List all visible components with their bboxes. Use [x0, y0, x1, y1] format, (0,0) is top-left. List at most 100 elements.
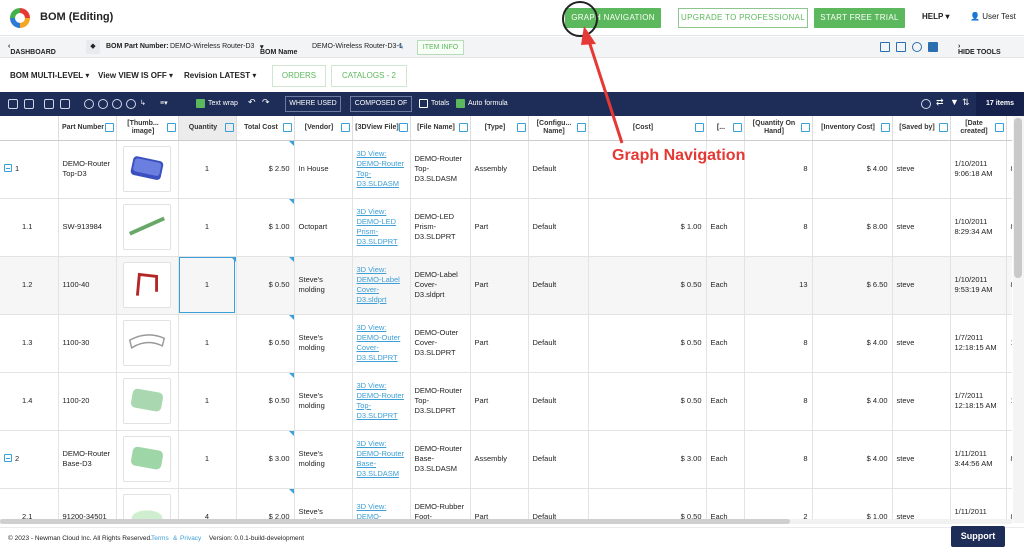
col-header[interactable]: [Inventory Cost]	[812, 116, 893, 141]
cell-total[interactable]: $ 0.50	[236, 314, 295, 373]
cell-vendor[interactable]: Octopart	[294, 198, 353, 257]
table-row[interactable]: 1.1 SW-913984 1 $ 1.00 Octopart 3D View: DEMO…	[0, 198, 1012, 257]
filter-icon[interactable]	[694, 123, 704, 132]
col-header[interactable]: [Date created]	[950, 116, 1007, 141]
move-up-icon[interactable]	[84, 99, 94, 109]
cell-vendor[interactable]: Steve's molding	[294, 372, 353, 431]
cell-inv[interactable]: $ 4.00	[812, 372, 893, 431]
thumbnail-cell[interactable]	[116, 314, 179, 373]
cell-vendor[interactable]: Steve's molding	[294, 314, 353, 373]
cell-inv[interactable]: $ 8.00	[812, 198, 893, 257]
user-menu[interactable]: 👤 User Test	[970, 12, 1016, 21]
thumbnail-cell[interactable]	[116, 198, 179, 257]
cell-view[interactable]: 3D View: DEMO-Label Cover-D3.sldprt	[352, 256, 411, 315]
indent-icon[interactable]	[8, 99, 18, 109]
redo-icon[interactable]: ↷	[262, 97, 270, 108]
cell-config[interactable]: Default	[528, 198, 589, 257]
cell-type[interactable]: Part	[470, 256, 529, 315]
cell-extra[interactable]: 8/	[1006, 140, 1012, 199]
filter-icon[interactable]	[880, 123, 890, 132]
orders-button[interactable]: ORDERS	[272, 65, 326, 87]
export-icon[interactable]	[896, 42, 906, 52]
cell-part[interactable]: 1100-30	[58, 314, 117, 373]
collapse-icon[interactable]	[4, 164, 12, 172]
cell-qty[interactable]: 1	[178, 372, 237, 431]
cell-extra[interactable]: 1/	[1006, 372, 1012, 431]
thumbnail-cell[interactable]	[116, 140, 179, 199]
view-select[interactable]: View VIEW IS OFF ▾	[98, 71, 173, 80]
totals-checkbox[interactable]	[419, 99, 428, 108]
cell-part[interactable]: DEMO-Router Top-D3	[58, 140, 117, 199]
cell-config[interactable]: Default	[528, 140, 589, 199]
save-icon[interactable]	[928, 42, 938, 52]
filter-icon[interactable]	[458, 123, 468, 132]
cell-value[interactable]: 3D View: DEMO-Router Top-D3.SLDPRT	[357, 381, 405, 420]
upgrade-button[interactable]: UPGRADE TO PROFESSIONAL	[678, 8, 808, 28]
cell-file[interactable]: DEMO-LED Prism-D3.SLDPRT	[410, 198, 471, 257]
where-used-button[interactable]: WHERE USED	[285, 96, 341, 112]
thumbnail-cell[interactable]	[116, 488, 179, 523]
cell-file[interactable]: DEMO-Outer Cover-D3.SLDPRT	[410, 314, 471, 373]
cell-onhand[interactable]: 8	[744, 314, 813, 373]
cell-saved[interactable]: steve	[892, 430, 951, 489]
cell-date[interactable]: 1/11/2011 3:44:56 AM	[950, 430, 1007, 489]
cell-qty[interactable]: 1	[178, 256, 237, 315]
cell-vendor[interactable]: Steve's molding	[294, 256, 353, 315]
cell-date[interactable]: 1/10/2011 8:29:34 AM	[950, 198, 1007, 257]
filter-icon[interactable]	[104, 123, 114, 132]
col-header[interactable]: [Thumb... image]	[116, 116, 179, 141]
cell-inv[interactable]: $ 1.00	[812, 488, 893, 523]
filter-icon[interactable]	[516, 123, 526, 132]
cell-saved[interactable]: steve	[892, 256, 951, 315]
item-info-button[interactable]: ITEM INFO	[417, 40, 464, 55]
auto-formula-checkbox[interactable]	[456, 99, 465, 108]
cell-value[interactable]: 3D View: DEMO-Router Top-D3.SLDASM	[357, 149, 405, 188]
privacy-link[interactable]: Privacy	[180, 535, 201, 542]
filter-icon[interactable]	[224, 123, 234, 132]
cell-level[interactable]: 1.1	[0, 198, 59, 257]
cell-value[interactable]: 3D View: DEMO-Outer Cover-D3.SLDPRT	[357, 323, 401, 362]
col-header[interactable]: Part Number	[58, 116, 117, 141]
cell-unit[interactable]: Each	[706, 314, 745, 373]
hierarchy-icon[interactable]	[24, 99, 34, 109]
cell-saved[interactable]: steve	[892, 198, 951, 257]
cell-vendor[interactable]: Steve's molding	[294, 488, 353, 523]
cell-view[interactable]: 3D View: DEMO-Rubber Foot-	[352, 488, 411, 523]
terms-link[interactable]: Terms	[151, 535, 169, 542]
cell-type[interactable]: Part	[470, 488, 529, 523]
sub-arrow-icon[interactable]: ↳	[140, 99, 150, 109]
cell-total[interactable]: $ 2.50	[236, 140, 295, 199]
move-right-icon[interactable]	[126, 99, 136, 109]
info-icon[interactable]	[921, 99, 931, 109]
filter-icon[interactable]	[282, 123, 292, 132]
cell-date[interactable]: 1/7/2011 12:18:15 AM	[950, 372, 1007, 431]
cell-qty[interactable]: 4	[178, 488, 237, 523]
cell-view[interactable]: 3D View: DEMO-Router Base-D3.SLDASM	[352, 430, 411, 489]
cell-qty[interactable]: 1	[178, 314, 237, 373]
col-header[interactable]: [Vendor]	[294, 116, 353, 141]
move-left-icon[interactable]	[112, 99, 122, 109]
sort-icon[interactable]: ⇅	[962, 97, 970, 108]
insert-column-icon[interactable]	[44, 99, 54, 109]
cell-unit[interactable]: Each	[706, 430, 745, 489]
filter-icon[interactable]	[576, 123, 586, 132]
table-row[interactable]: 2 DEMO-Router Base-D3 1 $ 3.00 Steve's moldi…	[0, 430, 1012, 489]
col-header[interactable]: [...	[706, 116, 745, 141]
filter-icon[interactable]	[340, 123, 350, 132]
move-down-icon[interactable]	[98, 99, 108, 109]
table-row[interactable]: 1 DEMO-Router Top-D3 1 $ 2.50 In House 3D Vie…	[0, 140, 1012, 199]
thumbnail-cell[interactable]	[116, 256, 179, 315]
cell-vendor[interactable]: Steve's molding	[294, 430, 353, 489]
cell-cost[interactable]: $ 1.00	[588, 198, 707, 257]
cell-onhand[interactable]: 2	[744, 488, 813, 523]
filter-icon[interactable]	[800, 123, 810, 132]
cell-saved[interactable]: steve	[892, 314, 951, 373]
cell-cost[interactable]: $ 0.50	[588, 488, 707, 523]
cell-cost[interactable]: $ 0.50	[588, 256, 707, 315]
cell-type[interactable]: Assembly	[470, 430, 529, 489]
cell-config[interactable]: Default	[528, 314, 589, 373]
cell-onhand[interactable]: 8	[744, 140, 813, 199]
cell-level[interactable]: 1.2	[0, 256, 59, 315]
cell-part[interactable]: 91200-34501	[58, 488, 117, 523]
cell-total[interactable]: $ 1.00	[236, 198, 295, 257]
